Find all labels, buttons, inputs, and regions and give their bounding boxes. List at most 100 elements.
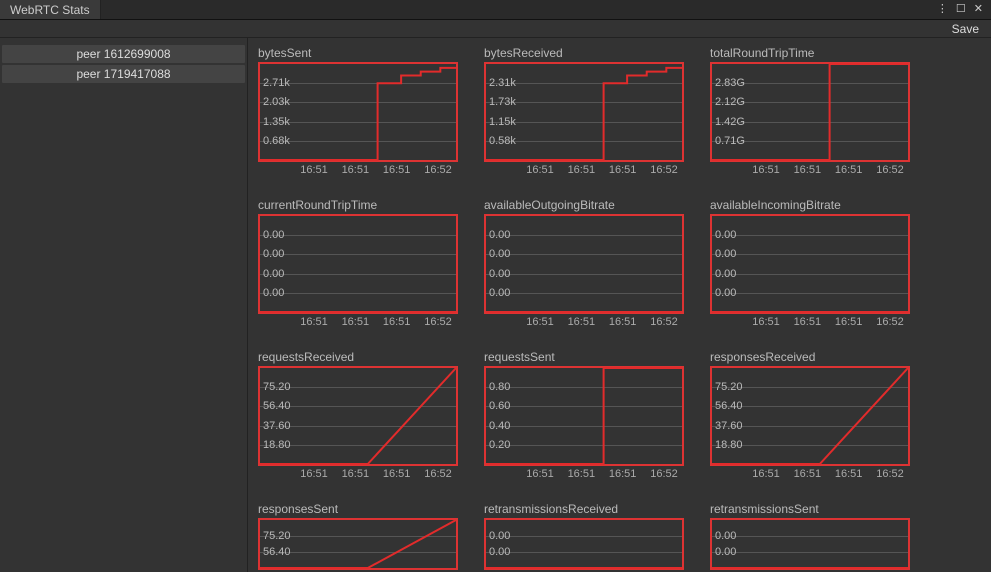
chart-title: currentRoundTripTime bbox=[258, 198, 458, 212]
x-tick-label: 16:51 bbox=[829, 316, 869, 328]
sidebar: peer 1612699008 peer 1719417088 bbox=[0, 38, 248, 572]
chart-title: requestsSent bbox=[484, 350, 684, 364]
chart-card: totalRoundTripTime2.83G2.12G1.42G0.71G16… bbox=[710, 46, 910, 176]
chart-card: bytesSent2.71k2.03k1.35k0.68k16:5116:511… bbox=[258, 46, 458, 176]
chart-card: retransmissionsSent0.000.00 bbox=[710, 502, 910, 570]
x-tick-label: 16:51 bbox=[335, 316, 375, 328]
x-tick-label: 16:51 bbox=[294, 164, 334, 176]
x-ticks: 16:5116:5116:5116:52 bbox=[484, 314, 684, 328]
peer-row[interactable]: peer 1612699008 bbox=[2, 45, 245, 63]
charts-scroll[interactable]: bytesSent2.71k2.03k1.35k0.68k16:5116:511… bbox=[248, 38, 991, 572]
maximize-icon[interactable]: ☐ bbox=[956, 4, 966, 15]
x-tick-label: 16:51 bbox=[377, 164, 417, 176]
chart-series bbox=[486, 520, 682, 568]
x-ticks: 16:5116:5116:5116:52 bbox=[258, 162, 458, 176]
chart-card: responsesSent 75.2056.40 bbox=[258, 502, 458, 570]
x-tick-label: 16:51 bbox=[746, 164, 786, 176]
chart-plot-area: 75.2056.4037.6018.80 bbox=[710, 366, 910, 466]
charts-row: requestsReceived75.2056.4037.6018.8016:5… bbox=[258, 350, 973, 480]
save-button[interactable]: Save bbox=[946, 21, 985, 37]
charts-row: responsesSent 75.2056.40 retransmissionsRe… bbox=[258, 502, 973, 570]
x-tick-label: 16:52 bbox=[418, 468, 458, 480]
chart-plot-area: 2.31k1.73k1.15k0.58k bbox=[484, 62, 684, 162]
chart-title: retransmissionsReceived bbox=[484, 502, 684, 516]
chart-series bbox=[486, 216, 682, 312]
x-tick-label: 16:51 bbox=[829, 164, 869, 176]
x-tick-label: 16:51 bbox=[746, 316, 786, 328]
peer-row[interactable]: peer 1719417088 bbox=[2, 65, 245, 83]
chart-title: availableOutgoingBitrate bbox=[484, 198, 684, 212]
chart-series bbox=[260, 216, 456, 312]
chart-series bbox=[260, 64, 456, 160]
window-controls: ⋮ ☐ ✕ bbox=[929, 0, 991, 19]
x-tick-label: 16:51 bbox=[377, 316, 417, 328]
chart-plot-area: 2.83G2.12G1.42G0.71G bbox=[710, 62, 910, 162]
x-ticks: 16:5116:5116:5116:52 bbox=[710, 466, 910, 480]
chart-title: responsesSent bbox=[258, 502, 458, 516]
chart-plot-area: 75.2056.40 bbox=[258, 518, 458, 570]
chart-card: availableIncomingBitrate 0.000.000.000.00… bbox=[710, 198, 910, 328]
x-tick-label: 16:51 bbox=[787, 164, 827, 176]
x-ticks: 16:5116:5116:5116:52 bbox=[484, 162, 684, 176]
chart-title: responsesReceived bbox=[710, 350, 910, 364]
x-tick-label: 16:51 bbox=[829, 468, 869, 480]
chart-title: bytesReceived bbox=[484, 46, 684, 60]
titlebar: WebRTC Stats ⋮ ☐ ✕ bbox=[0, 0, 991, 20]
x-tick-label: 16:52 bbox=[418, 316, 458, 328]
x-tick-label: 16:51 bbox=[520, 468, 560, 480]
chart-card: requestsReceived75.2056.4037.6018.8016:5… bbox=[258, 350, 458, 480]
chart-series bbox=[260, 520, 456, 568]
x-tick-label: 16:51 bbox=[787, 316, 827, 328]
chart-card: availableOutgoingBitrate 0.000.000.000.00… bbox=[484, 198, 684, 328]
x-ticks: 16:5116:5116:5116:52 bbox=[710, 162, 910, 176]
chart-plot-area: 0.000.000.000.00 bbox=[710, 214, 910, 314]
x-ticks: 16:5116:5116:5116:52 bbox=[258, 314, 458, 328]
x-tick-label: 16:51 bbox=[603, 164, 643, 176]
toolbar: Save bbox=[0, 20, 991, 38]
chart-plot-area: 2.71k2.03k1.35k0.68k bbox=[258, 62, 458, 162]
chart-plot-area: 0.000.000.000.00 bbox=[258, 214, 458, 314]
x-tick-label: 16:51 bbox=[377, 468, 417, 480]
chart-plot-area: 75.2056.4037.6018.80 bbox=[258, 366, 458, 466]
chart-plot-area: 0.000.000.000.00 bbox=[484, 214, 684, 314]
chart-card: retransmissionsReceived 0.000.00 bbox=[484, 502, 684, 570]
x-tick-label: 16:52 bbox=[644, 468, 684, 480]
chart-card: requestsSent0.800.600.400.2016:5116:5116… bbox=[484, 350, 684, 480]
x-ticks: 16:5116:5116:5116:52 bbox=[710, 314, 910, 328]
chart-series bbox=[712, 216, 908, 312]
x-tick-label: 16:51 bbox=[520, 316, 560, 328]
chart-plot-area: 0.000.00 bbox=[484, 518, 684, 570]
chart-card: responsesReceived75.2056.4037.6018.8016:… bbox=[710, 350, 910, 480]
x-ticks: 16:5116:5116:5116:52 bbox=[484, 466, 684, 480]
chart-plot-area: 0.800.600.400.20 bbox=[484, 366, 684, 466]
x-tick-label: 16:51 bbox=[603, 468, 643, 480]
x-tick-label: 16:51 bbox=[603, 316, 643, 328]
titlebar-spacer bbox=[101, 0, 929, 19]
chart-title: availableIncomingBitrate bbox=[710, 198, 910, 212]
x-tick-label: 16:51 bbox=[561, 468, 601, 480]
x-tick-label: 16:51 bbox=[294, 468, 334, 480]
chart-series bbox=[260, 368, 456, 464]
chart-plot-area: 0.000.00 bbox=[710, 518, 910, 570]
peer-label: peer 1612699008 bbox=[76, 47, 170, 61]
x-tick-label: 16:52 bbox=[870, 468, 910, 480]
chart-series bbox=[712, 520, 908, 568]
chart-title: totalRoundTripTime bbox=[710, 46, 910, 60]
x-tick-label: 16:51 bbox=[335, 468, 375, 480]
kebab-icon[interactable]: ⋮ bbox=[937, 4, 948, 15]
x-tick-label: 16:52 bbox=[870, 164, 910, 176]
charts-row: bytesSent2.71k2.03k1.35k0.68k16:5116:511… bbox=[258, 46, 973, 176]
chart-series bbox=[486, 64, 682, 160]
x-tick-label: 16:51 bbox=[520, 164, 560, 176]
x-tick-label: 16:52 bbox=[418, 164, 458, 176]
x-tick-label: 16:52 bbox=[870, 316, 910, 328]
x-tick-label: 16:52 bbox=[644, 164, 684, 176]
chart-card: currentRoundTripTime0.000.000.000.0016:5… bbox=[258, 198, 458, 328]
main: peer 1612699008 peer 1719417088 bytesSen… bbox=[0, 38, 991, 572]
x-ticks: 16:5116:5116:5116:52 bbox=[258, 466, 458, 480]
chart-title: requestsReceived bbox=[258, 350, 458, 364]
charts-row: currentRoundTripTime0.000.000.000.0016:5… bbox=[258, 198, 973, 328]
window-tab[interactable]: WebRTC Stats bbox=[0, 0, 101, 19]
x-tick-label: 16:51 bbox=[561, 164, 601, 176]
close-icon[interactable]: ✕ bbox=[974, 4, 983, 15]
